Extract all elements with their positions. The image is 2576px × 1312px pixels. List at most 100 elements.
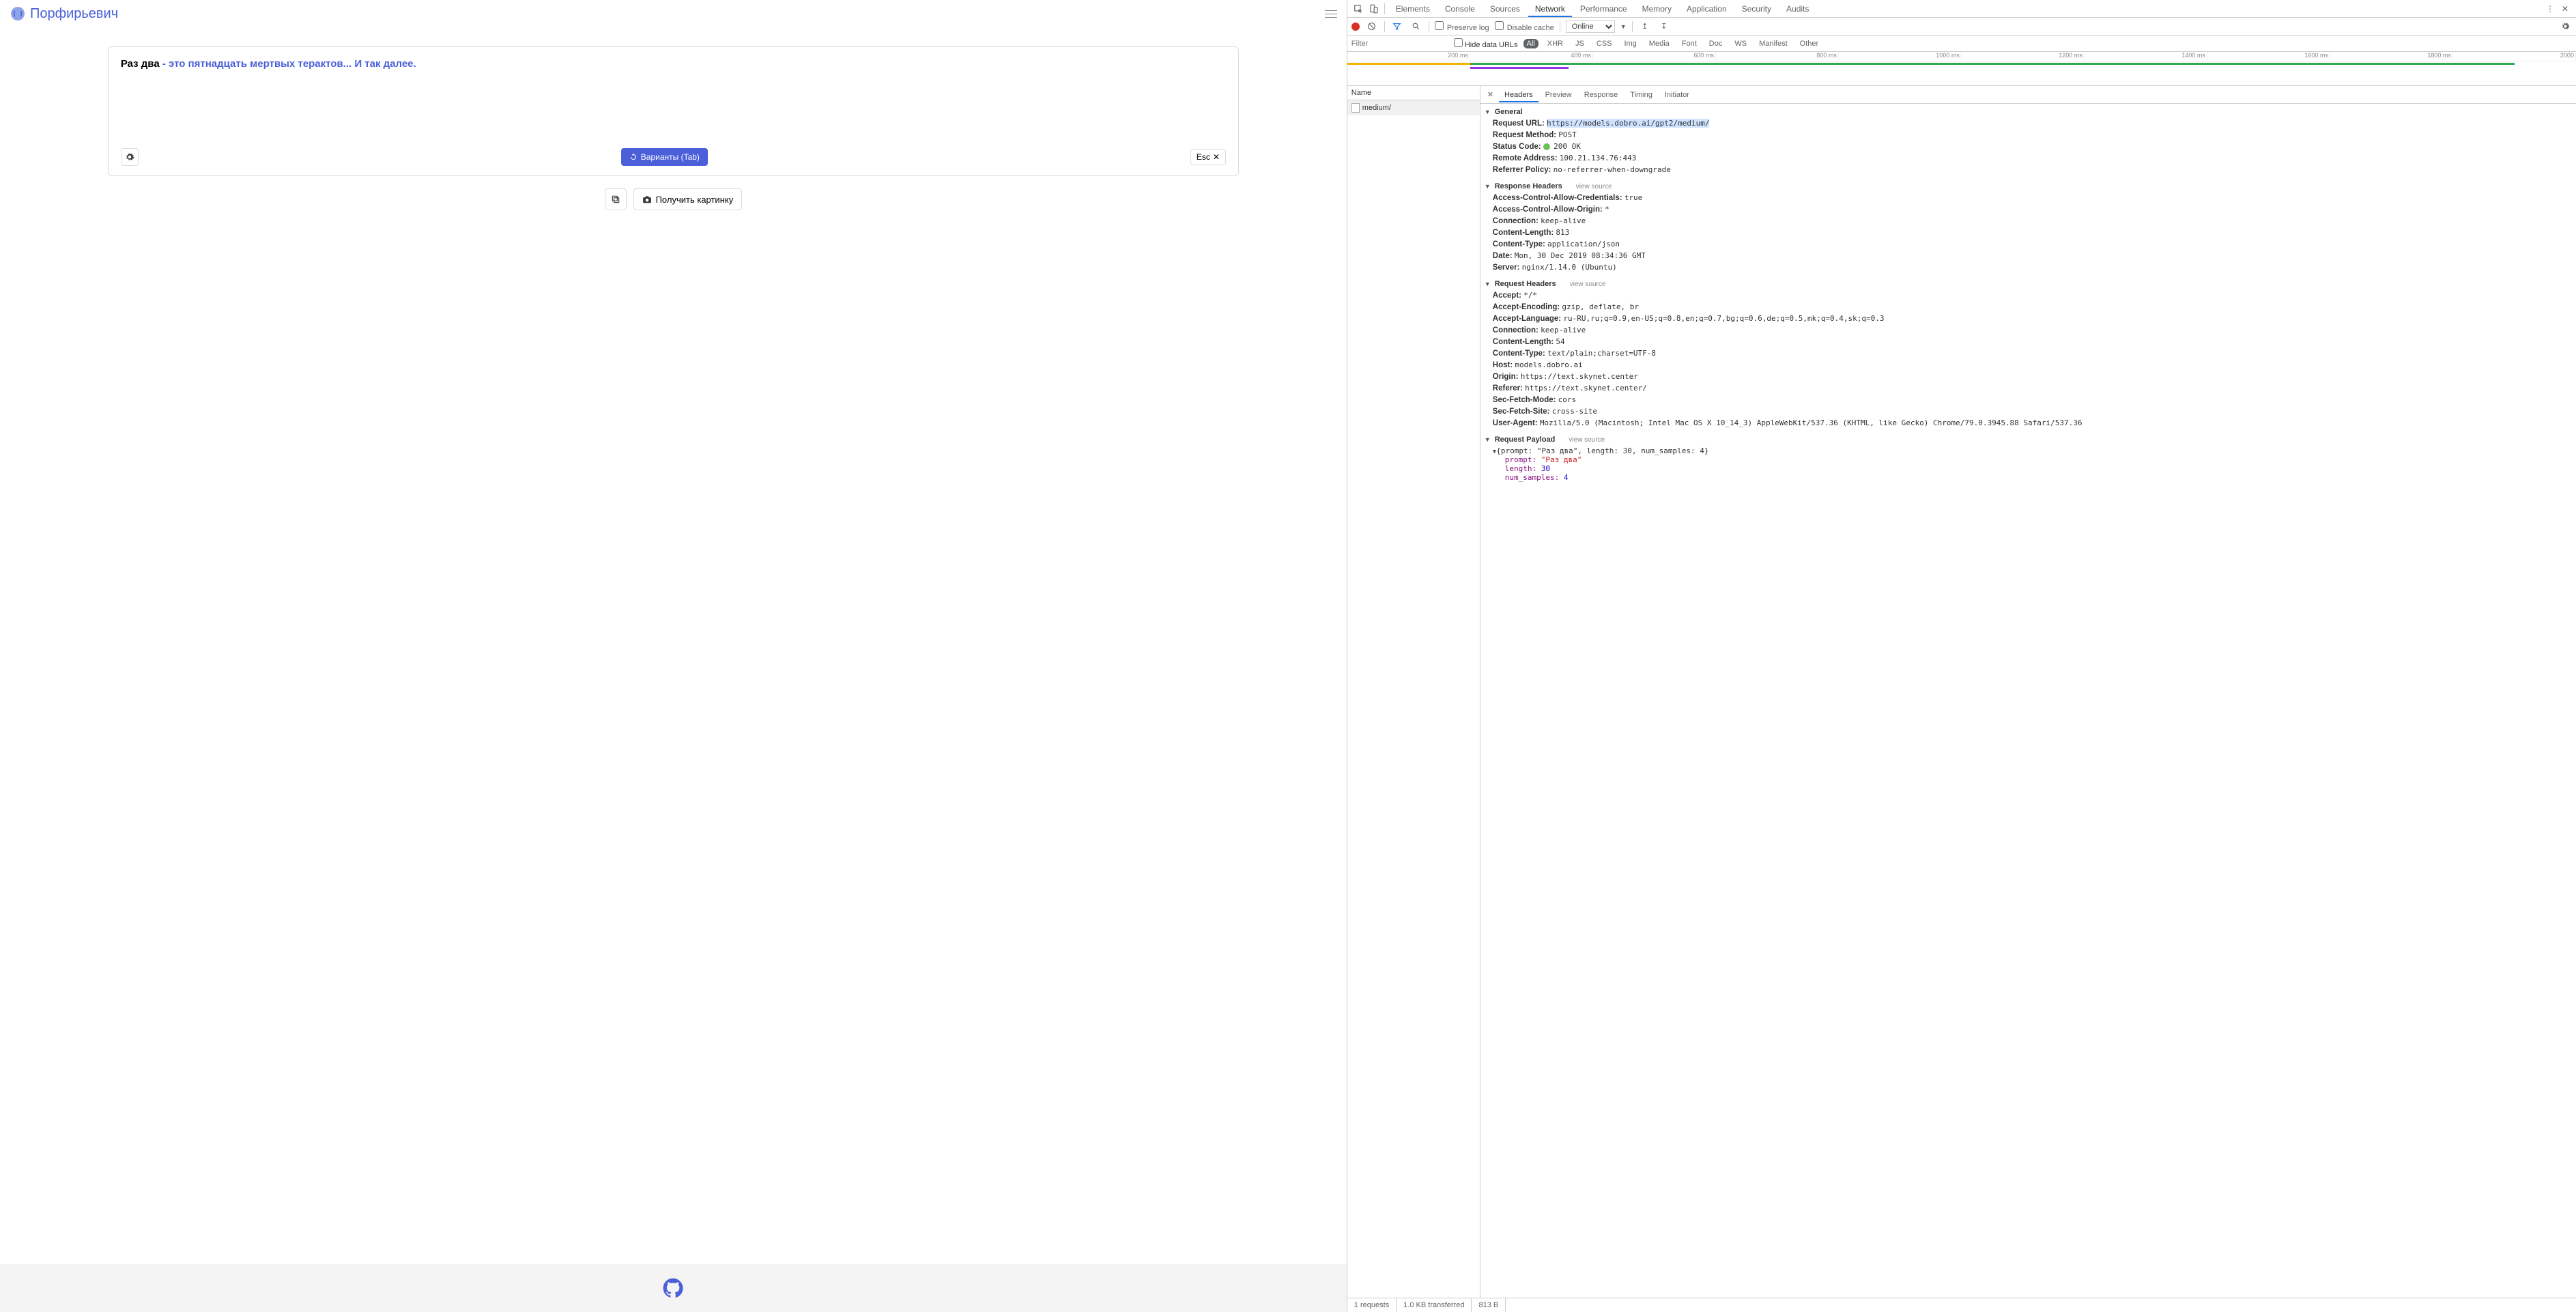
header-row: Referer: https://text.skynet.center/ xyxy=(1480,382,2576,394)
search-icon[interactable] xyxy=(1409,20,1423,33)
status-requests: 1 requests xyxy=(1347,1298,1397,1312)
inspect-icon[interactable] xyxy=(1351,2,1365,16)
filter-img[interactable]: Img xyxy=(1620,39,1640,48)
tab-initiator[interactable]: Initiator xyxy=(1659,87,1695,102)
tab-preview[interactable]: Preview xyxy=(1540,87,1577,102)
tab-elements[interactable]: Elements xyxy=(1389,1,1437,17)
filter-all[interactable]: All xyxy=(1523,39,1539,48)
request-row[interactable]: medium/ xyxy=(1347,100,1480,115)
view-source-link[interactable]: view source xyxy=(1570,281,1606,288)
payload-tree: ▼{prompt: "Раз два", length: 30, num_sam… xyxy=(1480,445,2576,483)
disable-cache-checkbox[interactable]: Disable cache xyxy=(1495,21,1554,32)
filter-other[interactable]: Other xyxy=(1797,39,1822,48)
tab-performance[interactable]: Performance xyxy=(1573,1,1634,17)
menu-button[interactable] xyxy=(1325,10,1337,18)
download-icon[interactable]: ↧ xyxy=(1657,20,1671,33)
status-resources: 813 B xyxy=(1472,1298,1506,1312)
header-row: Access-Control-Allow-Credentials: true xyxy=(1480,192,2576,203)
network-timeline[interactable]: 200 ms 400 ms 600 ms 800 ms 1000 ms 1200… xyxy=(1347,52,2576,86)
filter-css[interactable]: CSS xyxy=(1593,39,1616,48)
request-payload-header[interactable]: ▼Request Payloadview source xyxy=(1480,434,2576,445)
filter-ws[interactable]: WS xyxy=(1731,39,1750,48)
filter-manifest[interactable]: Manifest xyxy=(1756,39,1791,48)
copy-icon xyxy=(611,195,620,204)
filter-media[interactable]: Media xyxy=(1646,39,1673,48)
tab-network[interactable]: Network xyxy=(1528,1,1572,17)
detail-close-icon[interactable]: ✕ xyxy=(1483,90,1498,99)
network-main: Name medium/ ✕ Headers Preview Response … xyxy=(1347,86,2576,1298)
copy-button[interactable] xyxy=(605,188,627,210)
view-source-link[interactable]: view source xyxy=(1576,183,1612,190)
header-row: Connection: keep-alive xyxy=(1480,324,2576,336)
gear-icon xyxy=(125,152,134,162)
response-headers-header[interactable]: ▼Response Headersview source xyxy=(1480,181,2576,192)
filter-xhr[interactable]: XHR xyxy=(1544,39,1566,48)
status-dot-icon xyxy=(1543,143,1550,150)
preserve-log-checkbox[interactable]: Preserve log xyxy=(1435,21,1489,32)
generated-text: - это пятнадцать мертвых терактов... И т… xyxy=(160,58,416,70)
filter-icon[interactable] xyxy=(1390,20,1404,33)
app-footer xyxy=(0,1264,1347,1312)
get-image-button[interactable]: Получить картинку xyxy=(633,188,743,210)
filter-font[interactable]: Font xyxy=(1678,39,1700,48)
header-row: Content-Type: text/plain;charset=UTF-8 xyxy=(1480,347,2576,359)
header-row: Content-Type: application/json xyxy=(1480,238,2576,250)
header-row: Accept-Language: ru-RU,ru;q=0.9,en-US;q=… xyxy=(1480,313,2576,324)
request-list: Name medium/ xyxy=(1347,86,1480,1298)
throttling-select[interactable]: Online xyxy=(1566,20,1615,33)
filter-input[interactable] xyxy=(1351,40,1448,48)
header-row: Accept-Encoding: gzip, deflate, br xyxy=(1480,301,2576,313)
tab-application[interactable]: Application xyxy=(1680,1,1734,17)
status-transferred: 1.0 KB transferred xyxy=(1397,1298,1472,1312)
tab-security[interactable]: Security xyxy=(1735,1,1778,17)
brain-logo-icon xyxy=(10,5,26,22)
app-header: Порфирьевич xyxy=(0,0,1347,27)
device-icon[interactable] xyxy=(1366,2,1380,16)
chevron-down-icon[interactable]: ▼ xyxy=(1620,23,1627,30)
variants-label: Варианты (Tab) xyxy=(641,152,700,162)
tab-memory[interactable]: Memory xyxy=(1635,1,1678,17)
generation-text[interactable]: Раз два - это пятнадцать мертвых теракто… xyxy=(121,57,1226,72)
upload-icon[interactable]: ↥ xyxy=(1638,20,1652,33)
tab-sources[interactable]: Sources xyxy=(1483,1,1527,17)
variants-button[interactable]: Варианты (Tab) xyxy=(621,148,708,166)
general-section: ▼General Request URL: https://models.dob… xyxy=(1480,104,2576,178)
github-link[interactable] xyxy=(663,1278,683,1298)
request-headers-section: ▼Request Headersview source Accept: */*A… xyxy=(1480,276,2576,431)
tab-headers[interactable]: Headers xyxy=(1499,87,1539,102)
filter-js[interactable]: JS xyxy=(1572,39,1588,48)
header-row: Origin: https://text.skynet.center xyxy=(1480,371,2576,382)
header-row: Server: nginx/1.14.0 (Ubuntu) xyxy=(1480,261,2576,273)
header-row: Host: models.dobro.ai xyxy=(1480,359,2576,371)
tab-audits[interactable]: Audits xyxy=(1779,1,1816,17)
response-headers-section: ▼Response Headersview source Access-Cont… xyxy=(1480,178,2576,276)
view-source-link[interactable]: view source xyxy=(1569,436,1605,444)
request-detail: ✕ Headers Preview Response Timing Initia… xyxy=(1480,86,2576,1298)
general-header[interactable]: ▼General xyxy=(1480,106,2576,117)
refresh-icon xyxy=(629,153,638,161)
request-url-value[interactable]: https://models.dobro.ai/gpt2/medium/ xyxy=(1547,119,1709,128)
devtools-tabbar: Elements Console Sources Network Perform… xyxy=(1347,0,2576,18)
name-column-header[interactable]: Name xyxy=(1347,86,1480,100)
header-row: User-Agent: Mozilla/5.0 (Macintosh; Inte… xyxy=(1480,417,2576,429)
request-headers-header[interactable]: ▼Request Headersview source xyxy=(1480,279,2576,289)
esc-button[interactable]: Esc ✕ xyxy=(1190,149,1226,165)
timeline-ticks: 200 ms 400 ms 600 ms 800 ms 1000 ms 1200… xyxy=(1347,52,2576,61)
devtools-close-icon[interactable]: ✕ xyxy=(2558,2,2572,16)
filter-doc[interactable]: Doc xyxy=(1706,39,1726,48)
hide-data-urls-checkbox[interactable]: Hide data URLs xyxy=(1454,38,1518,49)
header-row: Sec-Fetch-Mode: cors xyxy=(1480,394,2576,405)
clear-icon[interactable] xyxy=(1365,20,1379,33)
settings-gear-icon[interactable] xyxy=(2558,20,2572,33)
kebab-icon[interactable]: ⋮ xyxy=(2543,2,2557,16)
tab-console[interactable]: Console xyxy=(1438,1,1482,17)
tab-response[interactable]: Response xyxy=(1579,87,1624,102)
header-row: Access-Control-Allow-Origin: * xyxy=(1480,203,2576,215)
card-actions: Варианты (Tab) Esc ✕ xyxy=(121,107,1226,166)
header-row: Content-Length: 54 xyxy=(1480,336,2576,347)
record-button[interactable] xyxy=(1351,23,1360,31)
settings-button[interactable] xyxy=(121,148,139,166)
tab-timing[interactable]: Timing xyxy=(1625,87,1658,102)
devtools-pane: Elements Console Sources Network Perform… xyxy=(1347,0,2576,1312)
network-statusbar: 1 requests 1.0 KB transferred 813 B xyxy=(1347,1298,2576,1312)
